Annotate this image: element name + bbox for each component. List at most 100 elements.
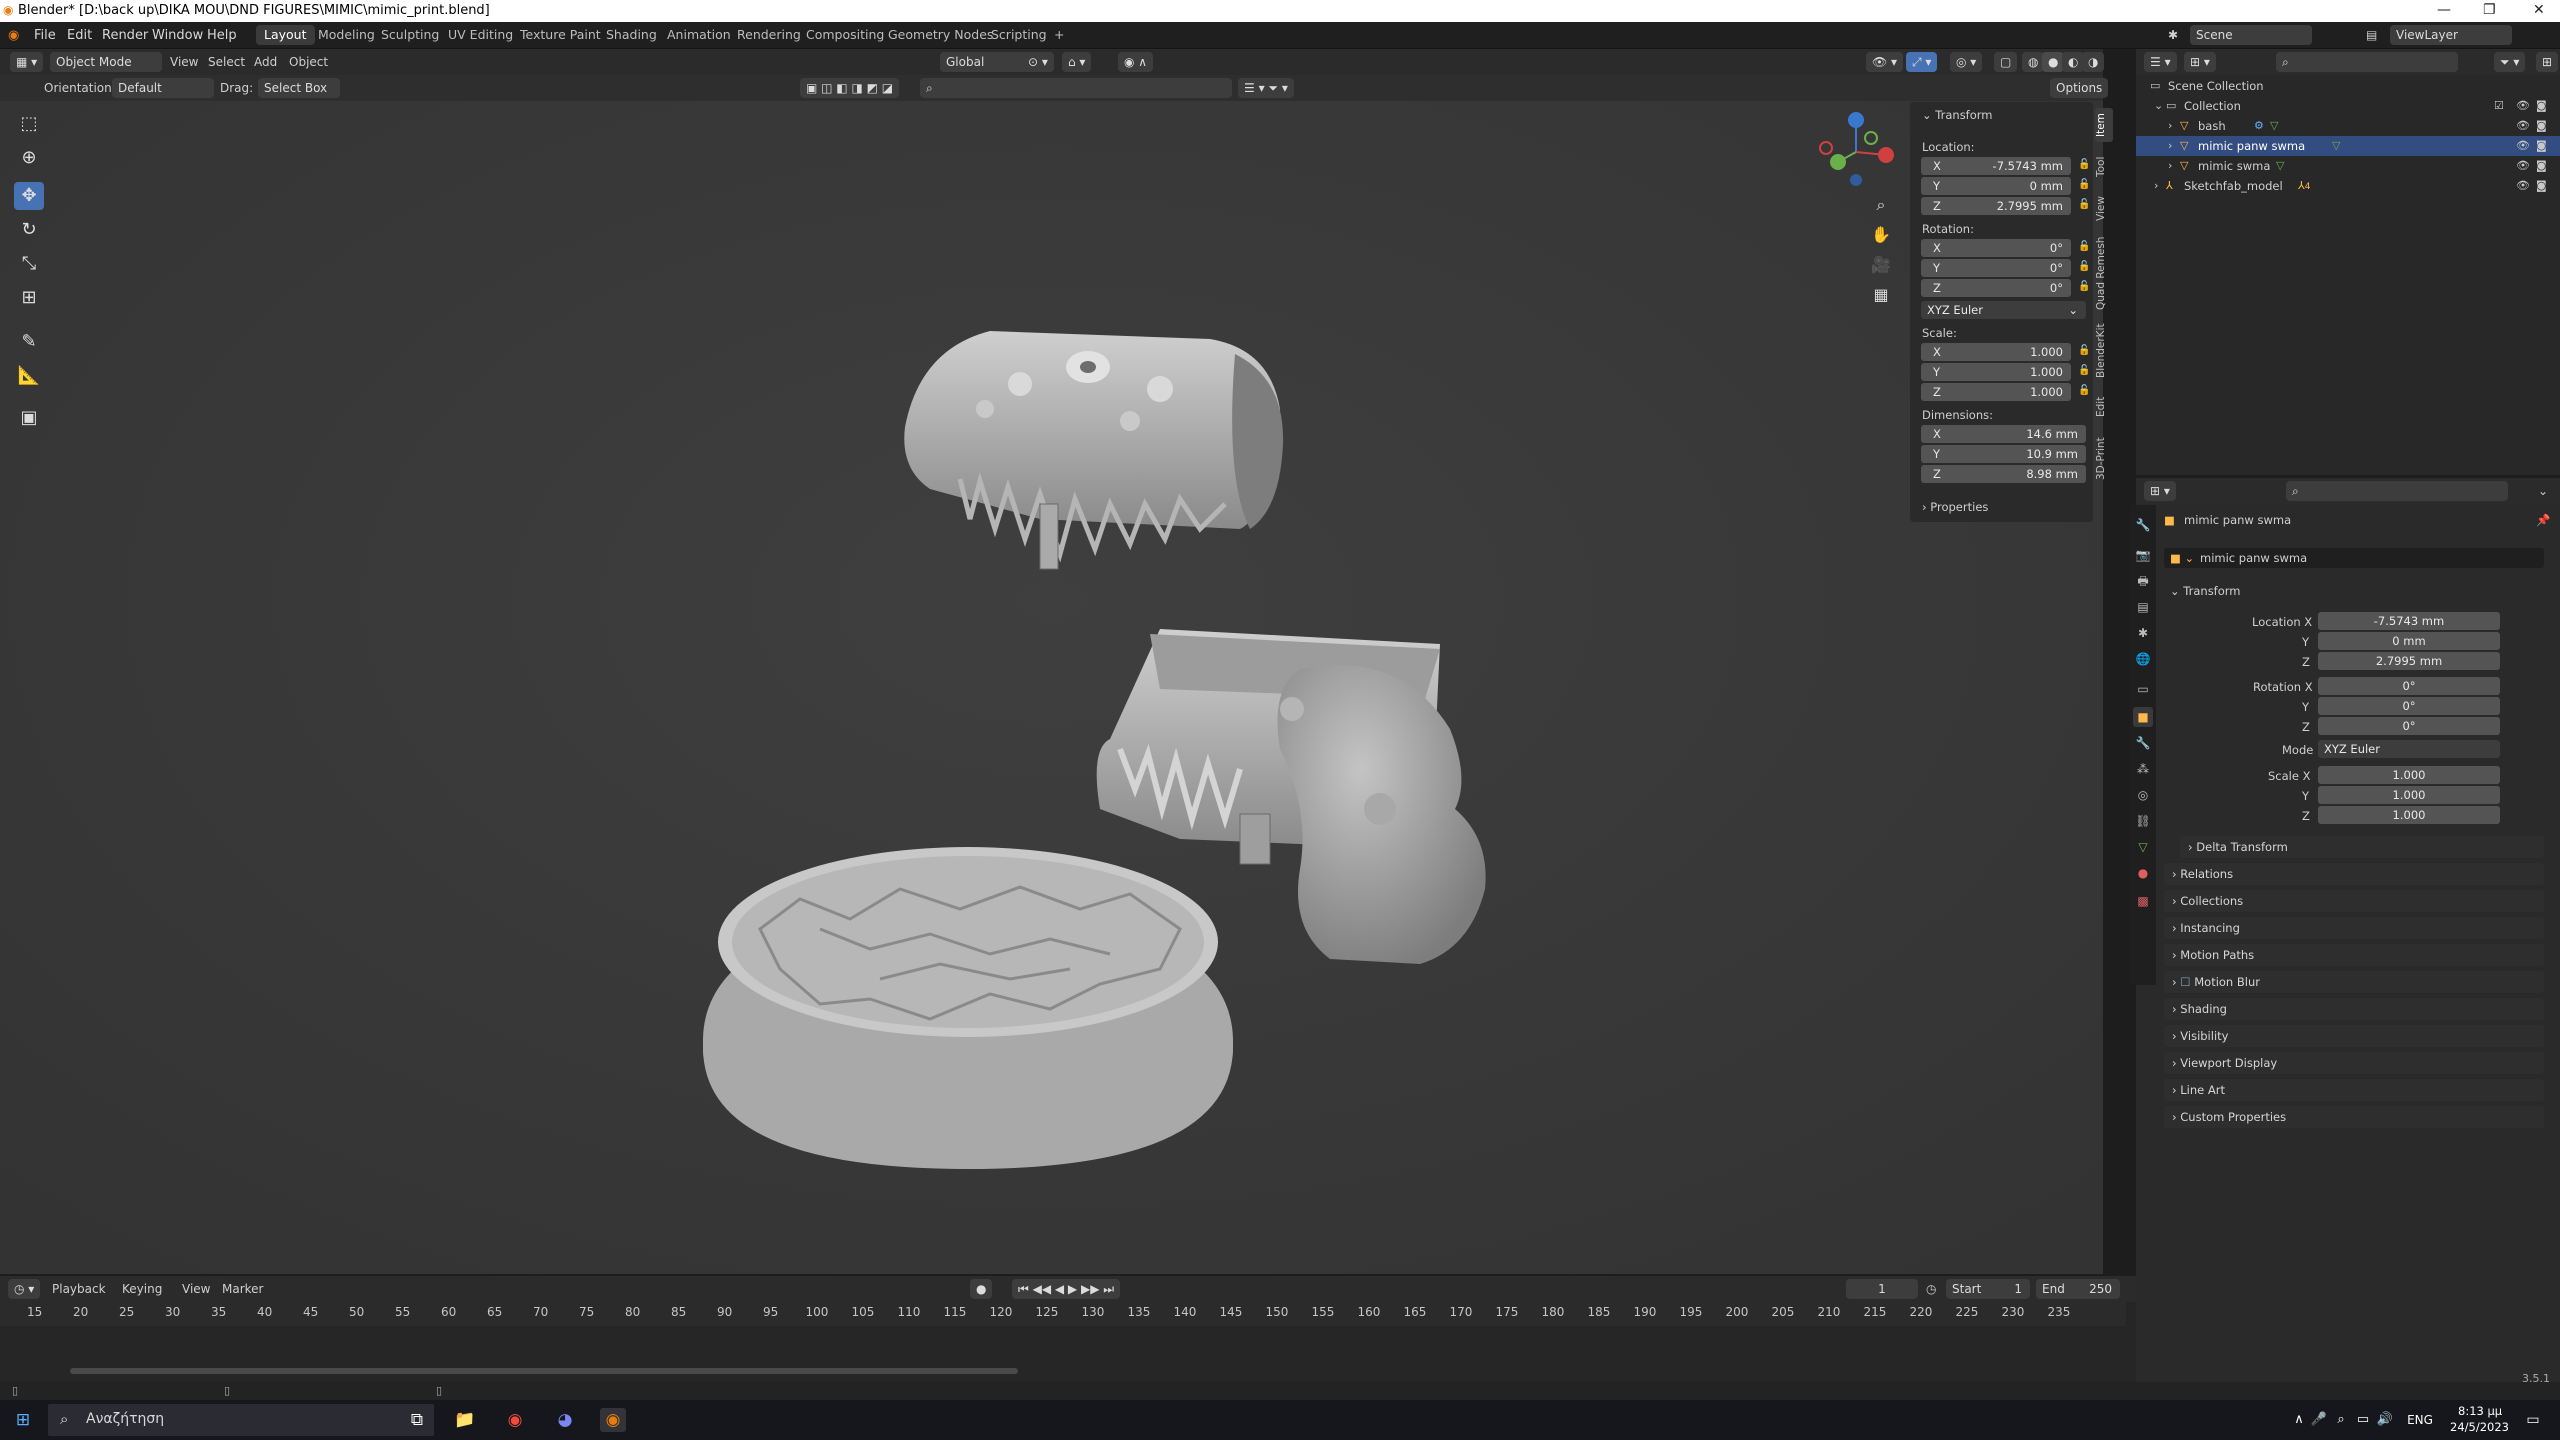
camera-render-icon[interactable]: ◙ <box>2536 179 2547 192</box>
lock-icon[interactable]: 🔓 <box>2078 345 2090 356</box>
tab-texture-paint[interactable]: Texture Paint <box>512 25 609 45</box>
view-layer-icon[interactable]: ▤ <box>2133 597 2153 617</box>
prop-rotation-z-field[interactable]: 0° <box>2318 717 2500 735</box>
camera-render-icon[interactable]: ◙ <box>2536 139 2547 152</box>
timeline-menu-keying[interactable]: Keying <box>122 1279 162 1299</box>
editor-type-button[interactable]: ▦ ▾ <box>10 52 44 72</box>
menu-edit[interactable]: Edit <box>67 28 92 43</box>
measure-tool-icon[interactable]: 📐 <box>14 362 44 390</box>
viewport-search-input[interactable]: ⌕ <box>920 78 1232 98</box>
eye-icon[interactable]: 👁 <box>2516 179 2530 192</box>
outliner-row-mimic-panw-swma[interactable]: › ▽ mimic panw swma ▽ 👁 ◙ <box>2136 136 2560 156</box>
lock-icon[interactable]: 🔓 <box>2078 159 2090 170</box>
location-x-field[interactable]: X -7.5743 mm <box>1921 157 2071 175</box>
lock-icon[interactable]: 🔓 <box>2078 365 2090 376</box>
close-window-button[interactable]: ✕ <box>2533 2 2545 18</box>
ortho-grid-icon[interactable]: ▦ <box>1868 282 1894 308</box>
tab-uv-editing[interactable]: UV Editing <box>440 25 521 45</box>
camera-render-icon[interactable]: ◙ <box>2536 159 2547 172</box>
transform-section-header[interactable]: ⌄ Transform <box>2170 584 2241 598</box>
scale-y-field[interactable]: Y 1.000 <box>1921 363 2071 381</box>
maximize-button[interactable]: ❐ <box>2483 2 2496 18</box>
drag-dropdown[interactable]: Select Box <box>258 78 340 98</box>
section-line-art[interactable]: › Line Art <box>2164 1079 2544 1101</box>
timeline-menu-playback[interactable]: Playback <box>52 1279 106 1299</box>
minimize-button[interactable]: — <box>2437 2 2451 18</box>
outliner-search-input[interactable]: ⌕ <box>2276 52 2458 72</box>
tab-rendering[interactable]: Rendering <box>729 25 809 45</box>
preview-range-icon[interactable]: ◷ <box>1926 1279 1936 1299</box>
texture-properties-icon[interactable]: ▩ <box>2133 891 2153 911</box>
task-view-icon[interactable]: ⧉ <box>404 1408 430 1432</box>
tab-layout[interactable]: Layout <box>256 25 315 45</box>
object-mode-dropdown[interactable]: Object Mode <box>50 52 162 72</box>
new-collection-icon[interactable]: ⊞ <box>2536 52 2559 72</box>
timeline-editor-type-button[interactable]: ◷ ▾ <box>8 1279 41 1299</box>
cursor-tool-icon[interactable]: ⊕ <box>14 144 44 172</box>
expand-chevron-icon[interactable]: ⌄ <box>2154 99 2163 112</box>
taskbar-search-input[interactable]: ⌕ Αναζήτηση <box>48 1404 434 1436</box>
gizmo-x-axis[interactable] <box>1878 147 1894 163</box>
location-y-field[interactable]: Y0 mm <box>1921 177 2071 195</box>
menu-file[interactable]: File <box>34 28 56 43</box>
discord-icon[interactable]: ◕ <box>552 1408 578 1432</box>
sidebar-tab-edit[interactable]: Edit <box>2095 390 2113 424</box>
particles-properties-icon[interactable]: ⁂ <box>2133 759 2153 779</box>
scene-selector[interactable]: Scene <box>2190 25 2312 45</box>
lock-icon[interactable]: 🔓 <box>2078 179 2090 190</box>
3d-viewport[interactable] <box>0 49 2103 1274</box>
eye-icon[interactable]: 👁 <box>2516 99 2530 112</box>
windows-start-icon[interactable]: ⊞ <box>10 1408 36 1432</box>
tab-sculpting[interactable]: Sculpting <box>373 25 447 45</box>
display-mode-dropdown[interactable]: ⊞ ▾ <box>2184 52 2216 72</box>
menu-help[interactable]: Help <box>207 28 237 43</box>
prop-scale-y-field[interactable]: 1.000 <box>2318 786 2500 804</box>
prop-location-y-field[interactable]: 0 mm <box>2318 632 2500 650</box>
timeline-scrollbar[interactable] <box>70 1368 1018 1374</box>
dimension-y-field[interactable]: Y 10.9 mm <box>1921 445 2086 463</box>
properties-editor-type-button[interactable]: ⊞ ▾ <box>2144 481 2176 501</box>
section-viewport-display[interactable]: › Viewport Display <box>2164 1052 2544 1074</box>
pin-icon[interactable]: 📌 <box>2536 513 2550 527</box>
viewport-menu-select[interactable]: Select <box>208 52 245 72</box>
outliner-row-sketchfab-model[interactable]: › ⅄ Sketchfab_model ⅄4 👁 ◙ <box>2136 176 2560 196</box>
shading-rendered-icon[interactable]: ◑ <box>2082 52 2105 72</box>
file-explorer-icon[interactable]: 📁 <box>452 1408 478 1432</box>
prop-scale-z-field[interactable]: 1.000 <box>2318 806 2500 824</box>
scene-properties-icon[interactable]: ✱ <box>2133 623 2153 643</box>
prop-rotation-x-field[interactable]: 0° <box>2318 677 2500 695</box>
world-properties-icon[interactable]: 🌐 <box>2133 649 2153 669</box>
taskbar-time[interactable]: 8:13 μμ <box>2458 1404 2502 1418</box>
tab-animation[interactable]: Animation <box>659 25 739 45</box>
eye-icon[interactable]: 👁 <box>2516 139 2530 152</box>
visibility-icon[interactable]: 👁 ▾ <box>1866 52 1904 72</box>
end-frame-field[interactable]: End 250 <box>2036 1279 2120 1299</box>
gizmo-z-axis[interactable] <box>1848 112 1864 128</box>
blender-menu-icon[interactable]: ◉ <box>8 28 19 43</box>
proportional-edit-icon[interactable]: ◉ ∧ <box>1118 52 1154 72</box>
object-properties-icon[interactable]: ■ <box>2133 707 2153 727</box>
section-shading[interactable]: › Shading <box>2164 998 2544 1020</box>
annotate-tool-icon[interactable]: ✎ <box>14 328 44 356</box>
section-delta-transform[interactable]: › Delta Transform <box>2180 836 2544 858</box>
pan-hand-icon[interactable]: ✋ <box>1868 222 1894 248</box>
round-base-model[interactable] <box>703 847 1233 1169</box>
gizmo-neg-x[interactable] <box>1819 141 1833 155</box>
rotation-mode-dropdown[interactable]: XYZ Euler ⌄ <box>1921 301 2086 319</box>
scene-icon[interactable]: ✱ <box>2168 25 2178 45</box>
viewport-menu-view[interactable]: View <box>170 52 198 72</box>
dimension-x-field[interactable]: X 14.6 mm <box>1921 425 2086 443</box>
taskbar-date[interactable]: 24/5/2023 <box>2450 1420 2509 1434</box>
section-motion-paths[interactable]: › Motion Paths <box>2164 944 2544 966</box>
sidebar-tab-tool[interactable]: Tool <box>2095 150 2113 184</box>
properties-search-input[interactable]: ⌕ <box>2286 481 2508 501</box>
camera-view-icon[interactable]: 🎥 <box>1868 252 1894 278</box>
add-workspace-button[interactable]: + <box>1046 25 1072 45</box>
gizmo-icon[interactable]: ⤢ ▾ <box>1906 52 1938 72</box>
timeline-menu-view[interactable]: View <box>182 1279 210 1299</box>
properties-options-chevron-icon[interactable]: ⌄ <box>2538 481 2548 501</box>
dimension-z-field[interactable]: Z 8.98 mm <box>1921 465 2086 483</box>
prop-scale-x-field[interactable]: 1.000 <box>2318 766 2500 784</box>
outliner-row-bash[interactable]: › ▽ bash ⚙ ▽ 👁 ◙ <box>2136 116 2560 136</box>
lock-icon[interactable]: 🔓 <box>2078 385 2090 396</box>
